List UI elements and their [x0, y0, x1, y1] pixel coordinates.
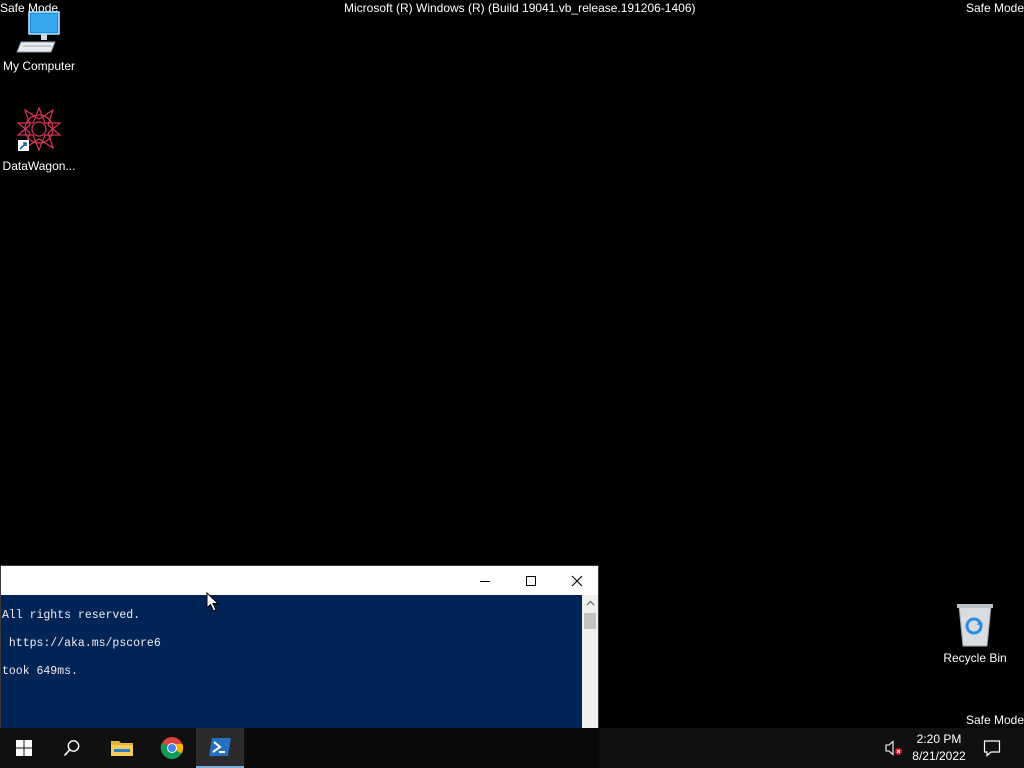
- desktop-icon-datawagon[interactable]: DataWagon...: [0, 106, 78, 173]
- chevron-up-icon: [586, 600, 594, 606]
- folder-icon: [111, 741, 133, 756]
- scroll-up-button[interactable]: [582, 595, 598, 611]
- volume-muted-icon: [885, 740, 902, 756]
- console-line: All rights reserved.: [2, 609, 141, 622]
- windows-build-string: Microsoft (R) Windows (R) (Build 19041.v…: [344, 1, 696, 15]
- chrome-icon: [160, 737, 184, 759]
- close-button[interactable]: [554, 566, 600, 595]
- datawagon-app-icon: [16, 106, 62, 152]
- scrollbar-thumb[interactable]: [584, 613, 596, 629]
- minimize-button[interactable]: [462, 566, 508, 595]
- mouse-cursor-icon: [206, 592, 220, 612]
- clock-time: 2:20 PM: [916, 732, 962, 746]
- safe-mode-label-top-right: Safe Mode: [965, 1, 1024, 15]
- action-center-icon: [983, 740, 1001, 757]
- close-icon: [571, 575, 583, 586]
- search-button[interactable]: [48, 728, 96, 768]
- vertical-scrollbar[interactable]: [582, 595, 598, 729]
- powershell-icon: [209, 738, 231, 756]
- action-center-button[interactable]: [976, 728, 1008, 768]
- desktop-icon-label: My Computer: [2, 59, 76, 73]
- desktop-icon-recycle-bin[interactable]: Recycle Bin: [936, 602, 1014, 665]
- maximize-button[interactable]: [508, 566, 554, 595]
- console-output[interactable]: All rights reserved. https://aka.ms/psco…: [1, 595, 582, 729]
- tray-volume-button[interactable]: [880, 736, 908, 760]
- desktop-icon-label: Recycle Bin: [943, 651, 1007, 665]
- taskbar-file-explorer[interactable]: [98, 728, 146, 768]
- recycle-bin-icon: [957, 604, 993, 647]
- taskbar-window-region: [245, 728, 599, 768]
- taskbar-powershell[interactable]: [196, 728, 244, 768]
- windows-logo-icon: [16, 740, 32, 756]
- desktop-icon-label: DataWagon...: [2, 159, 76, 173]
- maximize-icon: [526, 575, 536, 586]
- minimize-icon: [480, 580, 490, 582]
- search-icon: [63, 740, 80, 757]
- taskbar: 2:20 PM 8/21/2022: [0, 728, 1024, 768]
- powershell-window[interactable]: All rights reserved. https://aka.ms/psco…: [0, 565, 599, 729]
- tray-clock[interactable]: 2:20 PM 8/21/2022: [908, 731, 970, 765]
- clock-date: 8/21/2022: [912, 749, 966, 763]
- taskbar-chrome[interactable]: [148, 728, 196, 768]
- window-titlebar[interactable]: [1, 566, 598, 595]
- console-line: https://aka.ms/pscore6: [2, 637, 161, 650]
- safe-mode-label-bottom-right: Safe Mode: [965, 713, 1024, 727]
- desktop-icon-my-computer[interactable]: My Computer: [0, 8, 78, 73]
- computer-icon: [16, 11, 60, 53]
- start-button[interactable]: [0, 728, 48, 768]
- console-line: took 649ms.: [2, 665, 78, 678]
